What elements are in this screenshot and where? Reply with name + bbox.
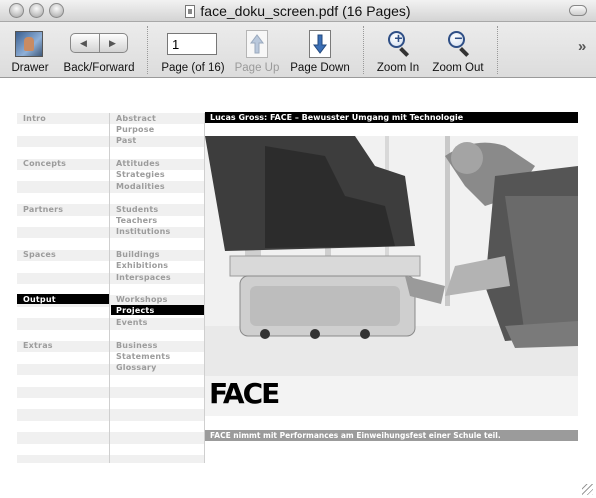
page-down-icon bbox=[309, 30, 331, 58]
nav-row-band bbox=[17, 135, 204, 148]
nav-item-strategies[interactable]: Strategies bbox=[116, 170, 165, 179]
nav-item-students[interactable]: Students bbox=[116, 205, 158, 214]
zoom-in-handle bbox=[399, 47, 410, 57]
nav-item-buildings[interactable]: Buildings bbox=[116, 250, 160, 259]
toolbar-overflow-icon[interactable]: » bbox=[578, 38, 586, 55]
nav-row-band bbox=[17, 432, 204, 444]
document-photo: FACE bbox=[205, 136, 578, 416]
nav-row-band bbox=[17, 227, 204, 239]
pdf-viewport[interactable]: Intro Concepts Partners Spaces Output Ex… bbox=[0, 79, 596, 498]
toolbar: Drawer ◀ ▶ Back/Forward Page (of 16) Pag… bbox=[0, 22, 596, 78]
page-up-label: Page Up bbox=[234, 62, 280, 74]
nav-row-band bbox=[17, 386, 204, 398]
drawer-button[interactable]: Drawer bbox=[0, 22, 60, 78]
page-up-button[interactable]: Page Up bbox=[232, 22, 282, 78]
page-down-button[interactable]: Page Down bbox=[287, 22, 353, 78]
photo-illustration bbox=[205, 136, 578, 416]
nav-item-purpose[interactable]: Purpose bbox=[116, 125, 154, 134]
zoom-in-label: Zoom In bbox=[376, 62, 420, 74]
face-logo: FACE bbox=[209, 377, 280, 410]
window-title: face_doku_screen.pdf (16 Pages) bbox=[200, 3, 411, 19]
zoom-out-button[interactable]: − Zoom Out bbox=[428, 22, 488, 78]
title-bar: face_doku_screen.pdf (16 Pages) bbox=[0, 0, 596, 22]
nav-item-institutions[interactable]: Institutions bbox=[116, 227, 170, 236]
zoom-out-minus: − bbox=[454, 30, 463, 46]
zoom-out-label: Zoom Out bbox=[432, 62, 484, 74]
nav-row-band bbox=[17, 455, 204, 463]
zoom-out-handle bbox=[459, 47, 470, 57]
nav-section-intro[interactable]: Intro bbox=[23, 114, 46, 123]
page-of-label: Page (of 16) bbox=[161, 62, 225, 74]
nav-row-band bbox=[17, 318, 204, 330]
window-title-wrap: face_doku_screen.pdf (16 Pages) bbox=[0, 3, 596, 19]
forward-arrow-icon[interactable]: ▶ bbox=[109, 38, 116, 49]
nav-section-extras[interactable]: Extras bbox=[23, 341, 53, 350]
toolbar-separator bbox=[497, 26, 498, 74]
nav-section-concepts[interactable]: Concepts bbox=[23, 159, 66, 168]
nav-item-interspaces[interactable]: Interspaces bbox=[116, 273, 171, 282]
back-forward-segmented: ◀ ▶ bbox=[70, 33, 128, 53]
back-forward-label: Back/Forward bbox=[63, 62, 135, 74]
drawer-icon bbox=[15, 31, 43, 57]
toolbar-separator bbox=[363, 26, 364, 74]
nav-item-abstract[interactable]: Abstract bbox=[116, 114, 156, 123]
nav-item-projects[interactable]: Projects bbox=[116, 306, 154, 315]
pdf-document-icon bbox=[185, 5, 196, 18]
nav-item-attitudes[interactable]: Attitudes bbox=[116, 159, 160, 168]
zoom-in-icon: + bbox=[386, 30, 412, 60]
nav-item-exhibitions[interactable]: Exhibitions bbox=[116, 261, 168, 270]
nav-item-past[interactable]: Past bbox=[116, 136, 136, 145]
zoom-in-plus: + bbox=[394, 30, 403, 46]
nav-row-band bbox=[17, 272, 204, 284]
nav-item-workshops[interactable]: Workshops bbox=[116, 295, 168, 304]
segment-divider bbox=[99, 34, 100, 52]
nav-row-band bbox=[17, 363, 204, 376]
nav-item-glossary[interactable]: Glossary bbox=[116, 363, 157, 372]
nav-item-teachers[interactable]: Teachers bbox=[116, 216, 157, 225]
page-up-icon bbox=[246, 30, 268, 58]
document-heading: Lucas Gross: FACE – Bewusster Umgang mit… bbox=[205, 112, 578, 123]
toolbar-separator bbox=[147, 26, 148, 74]
resize-grip-icon[interactable] bbox=[582, 484, 593, 495]
nav-item-modalities[interactable]: Modalities bbox=[116, 182, 165, 191]
nav-column-divider bbox=[109, 113, 110, 463]
nav-section-spaces[interactable]: Spaces bbox=[23, 250, 56, 259]
nav-section-partners[interactable]: Partners bbox=[23, 205, 63, 214]
nav-item-events[interactable]: Events bbox=[116, 318, 148, 327]
nav-item-statements[interactable]: Statements bbox=[116, 352, 170, 361]
nav-row-band bbox=[17, 181, 204, 193]
nav-item-business[interactable]: Business bbox=[116, 341, 158, 350]
photo-caption: FACE nimmt mit Performances am Einweihun… bbox=[205, 430, 578, 441]
toolbar-toggle-button[interactable] bbox=[569, 5, 587, 16]
drawer-label: Drawer bbox=[11, 62, 49, 74]
nav-row-band bbox=[17, 409, 204, 421]
page-down-label: Page Down bbox=[290, 62, 350, 74]
zoom-in-button[interactable]: + Zoom In bbox=[372, 22, 424, 78]
page-number-input[interactable] bbox=[167, 33, 217, 55]
back-arrow-icon[interactable]: ◀ bbox=[80, 38, 87, 49]
back-forward-control: ◀ ▶ Back/Forward bbox=[58, 22, 140, 78]
zoom-out-icon: − bbox=[446, 30, 472, 60]
nav-section-output[interactable]: Output bbox=[23, 295, 56, 304]
